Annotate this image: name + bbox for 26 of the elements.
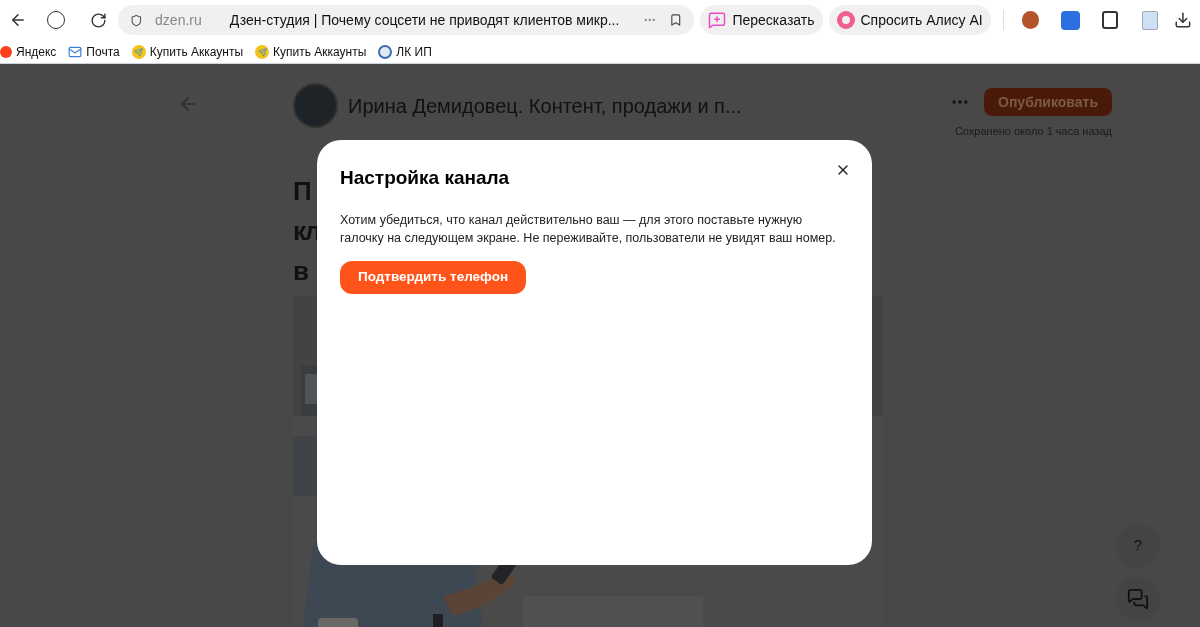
page-title: Дзен-студия | Почему соцсети не приводят клиентов микр...: [229, 10, 620, 30]
paper-plane-icon: [131, 45, 146, 59]
address-bar[interactable]: dzen.ru Дзен-студия | Почему соцсети не приводят клиентов микр...: [118, 5, 695, 35]
mail-icon: [68, 45, 83, 59]
chat-sparkle-icon: [708, 11, 727, 29]
extension-icon[interactable]: [1102, 11, 1119, 29]
paper-plane-icon: [255, 45, 269, 59]
dialog-title: Настройка канала: [340, 166, 510, 190]
shield-icon: [130, 12, 144, 28]
dialog-text: Хотим убедиться, что канал действительно ваш — для этого поставьте нужную галочку на следующем экране. Не переживайте, пользователи не увидят ваш номер.: [340, 211, 837, 247]
toolbar-pill-button[interactable]: Пересказать: [700, 5, 823, 35]
bookmark-link[interactable]: Купить Аккаунты: [131, 43, 243, 61]
download-icon[interactable]: [1174, 11, 1192, 29]
reload-icon: [90, 11, 107, 29]
avatar: [293, 83, 338, 128]
bookmark-link[interactable]: Яндекс: [0, 43, 57, 61]
bookmark-icon[interactable]: [668, 12, 683, 28]
url-domain: dzen.ru: [155, 10, 202, 30]
toolbar-pill-button[interactable]: Спросить Алису AI: [828, 5, 991, 35]
ring-icon: [836, 11, 855, 29]
bookmark-link[interactable]: ЛК ИП: [378, 43, 432, 61]
yandex-icon: [0, 46, 12, 58]
bookmark-link[interactable]: Купить Аккаунты: [255, 43, 367, 61]
bookmark-link[interactable]: Почта: [68, 43, 120, 61]
chat-bubbles-icon: [1127, 587, 1149, 610]
emblem-icon: [378, 45, 393, 59]
